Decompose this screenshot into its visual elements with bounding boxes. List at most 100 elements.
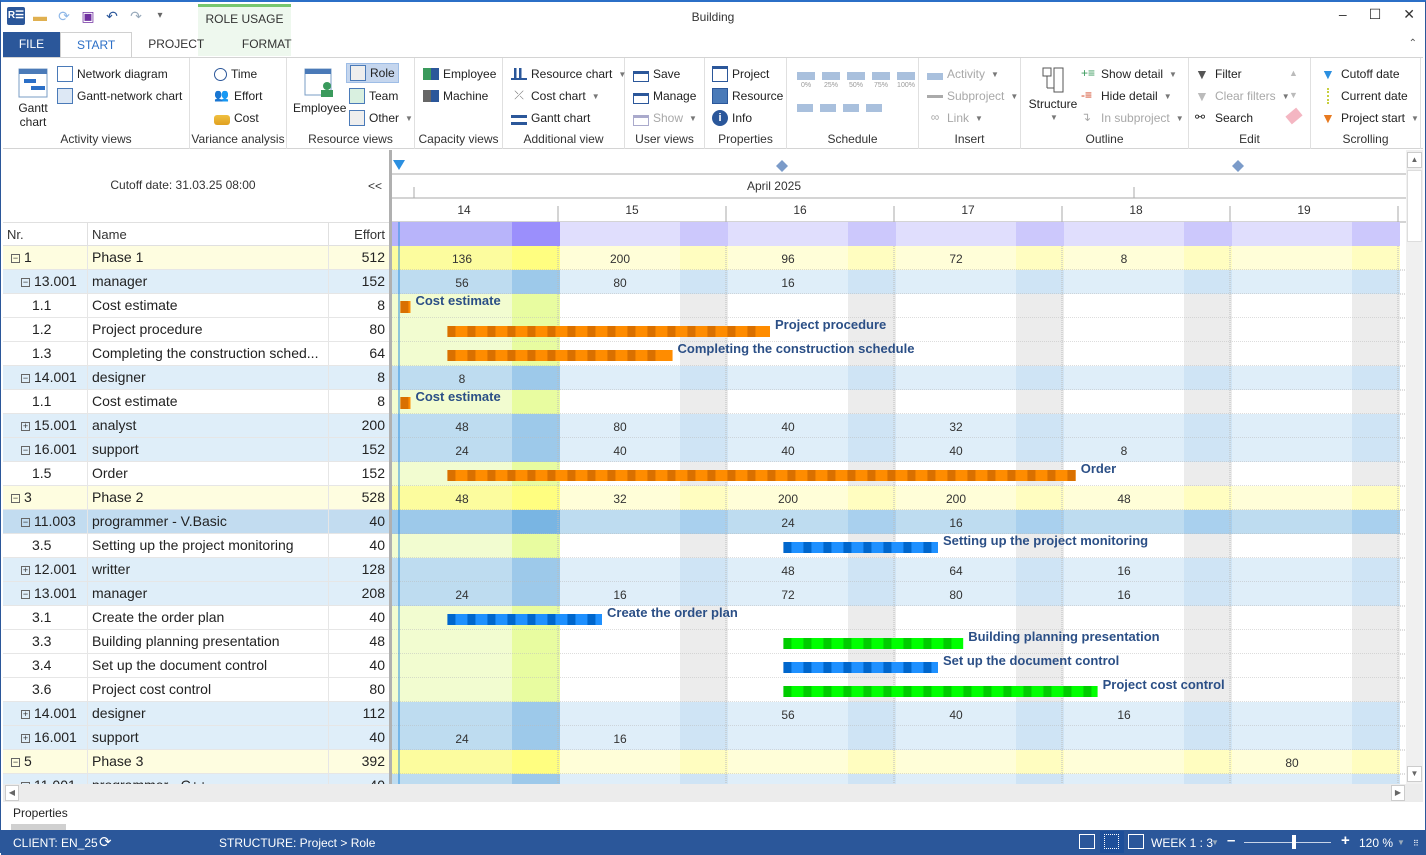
clear-filters-button[interactable]: ▼ Clear filters ▼ bbox=[1195, 86, 1290, 106]
zoom-level[interactable]: 120 % bbox=[1359, 836, 1393, 850]
zoom-in-button[interactable]: + bbox=[1341, 832, 1350, 849]
scroll-down-icon[interactable]: ▼ bbox=[1407, 766, 1422, 782]
expand-icon[interactable]: + bbox=[21, 422, 30, 431]
column-header-name[interactable]: Name bbox=[92, 227, 127, 242]
table-row-activity[interactable]: 3.4 Set up the document control 40 bbox=[3, 654, 389, 678]
tab-start[interactable]: START bbox=[60, 32, 133, 58]
table-row-role[interactable]: −11.003 programmer - V.Basic 40 bbox=[3, 510, 389, 534]
cutoff-date-button[interactable]: ▼ Cutoff date bbox=[1321, 64, 1400, 84]
resize-grip-icon[interactable]: ⠿ bbox=[1413, 839, 1419, 848]
zoom-dropdown-icon[interactable]: ▼ bbox=[1397, 838, 1405, 847]
resource-chart-button[interactable]: Resource chart ▼ bbox=[511, 64, 626, 84]
scroll-left-icon[interactable]: ◀ bbox=[5, 785, 19, 801]
progress-1-button[interactable]: 25% bbox=[822, 72, 840, 89]
employee-view-button[interactable]: Employee bbox=[293, 68, 346, 115]
table-row-role[interactable]: +14.001 designer 112 bbox=[3, 702, 389, 726]
table-row-role[interactable]: +12.001 writter 128 bbox=[3, 558, 389, 582]
gantt-network-chart-button[interactable]: Gantt-network chart bbox=[57, 86, 182, 106]
table-row-activity[interactable]: 3.3 Building planning presentation 48 bbox=[3, 630, 389, 654]
collapse-icon[interactable]: − bbox=[21, 590, 30, 599]
capacity-machine-button[interactable]: Machine bbox=[423, 86, 488, 106]
split-icon[interactable] bbox=[820, 104, 836, 112]
zoom-slider[interactable] bbox=[1244, 842, 1331, 843]
show-view-button[interactable]: Show ▼ bbox=[633, 108, 697, 128]
column-header-effort[interactable]: Effort bbox=[354, 227, 385, 242]
activity-bar[interactable] bbox=[447, 470, 1076, 481]
expand-icon[interactable]: + bbox=[21, 710, 30, 719]
resource-properties-button[interactable]: Resource bbox=[712, 86, 783, 106]
capacity-employee-button[interactable]: Employee bbox=[423, 64, 496, 84]
table-row-activity[interactable]: 1.5 Order 152 bbox=[3, 462, 389, 486]
table-row-activity[interactable]: 3.5 Setting up the project monitoring 40 bbox=[3, 534, 389, 558]
scroll-right-icon[interactable]: ▶ bbox=[1391, 785, 1405, 801]
effort-button[interactable]: 👥 Effort bbox=[214, 86, 262, 106]
project-start-button[interactable]: ▼ Project start ▼ bbox=[1321, 108, 1419, 128]
collapse-table-button[interactable]: << bbox=[368, 179, 382, 193]
show-detail-button[interactable]: +≡ Show detail ▼ bbox=[1081, 64, 1177, 84]
column-header-nr[interactable]: Nr. bbox=[7, 227, 24, 242]
in-subproject-button[interactable]: ↴ In subproject ▼ bbox=[1081, 108, 1184, 128]
current-date-button[interactable]: Current date bbox=[1321, 86, 1408, 106]
resource-chart-view-icon[interactable] bbox=[1128, 834, 1144, 849]
vertical-scrollbar[interactable]: ▲ ▼ bbox=[1406, 150, 1423, 784]
tab-project[interactable]: PROJECT bbox=[132, 32, 220, 57]
other-view-button[interactable]: Other ▼ bbox=[349, 108, 413, 128]
properties-tab[interactable]: Properties bbox=[13, 806, 68, 820]
minimize-button[interactable]: – bbox=[1339, 6, 1347, 23]
table-row-role[interactable]: −16.001 support 152 bbox=[3, 438, 389, 462]
expand-icon[interactable]: + bbox=[21, 734, 30, 743]
table-row-activity[interactable]: 1.3 Completing the construction sched... 6… bbox=[3, 342, 389, 366]
table-row-role[interactable]: +15.001 analyst 200 bbox=[3, 414, 389, 438]
activity-bar[interactable] bbox=[447, 350, 673, 361]
table-row-activity[interactable]: 1.1 Cost estimate 8 bbox=[3, 294, 389, 318]
zoom-out-button[interactable]: – bbox=[1227, 832, 1235, 849]
progress-2-button[interactable]: 50% bbox=[847, 72, 865, 89]
scroll-up-icon[interactable]: ▲ bbox=[1407, 152, 1422, 168]
network-diagram-button[interactable]: Network diagram bbox=[57, 64, 168, 84]
zoom-slider-thumb[interactable] bbox=[1291, 835, 1296, 849]
gantt-view-icon[interactable] bbox=[1079, 834, 1095, 849]
collapse-icon[interactable]: − bbox=[21, 278, 30, 287]
table-row-phase[interactable]: −5 Phase 3 392 bbox=[3, 750, 389, 774]
vertical-scroll-thumb[interactable] bbox=[1407, 170, 1422, 242]
horizontal-scrollbar[interactable]: ◀ ▶ bbox=[3, 784, 1423, 802]
time-scale-label[interactable]: WEEK 1 : 3 bbox=[1151, 836, 1213, 850]
table-row-activity[interactable]: 1.1 Cost estimate 8 bbox=[3, 390, 389, 414]
scale-dropdown-icon[interactable]: ▼ bbox=[1211, 838, 1219, 847]
info-button[interactable]: i Info bbox=[712, 108, 752, 128]
collapse-icon[interactable]: − bbox=[11, 758, 20, 767]
table-row-role[interactable]: +16.001 support 40 bbox=[3, 726, 389, 750]
table-row-role[interactable]: −14.001 designer 8 bbox=[3, 366, 389, 390]
eraser-icon[interactable] bbox=[1285, 107, 1303, 125]
progress-4-button[interactable]: 100% bbox=[897, 72, 915, 89]
insert-activity-button[interactable]: Activity ▼ bbox=[927, 64, 999, 84]
sync-icon[interactable]: ⟳ bbox=[99, 833, 112, 851]
collapse-icon[interactable]: − bbox=[21, 374, 30, 383]
split-options-icon[interactable] bbox=[866, 104, 882, 112]
move-to-cutoff-icon[interactable] bbox=[797, 104, 813, 112]
tab-format[interactable]: FORMAT bbox=[220, 32, 313, 57]
table-row-role[interactable]: −13.001 manager 208 bbox=[3, 582, 389, 606]
time-button[interactable]: Time bbox=[214, 64, 257, 84]
table-row-role[interactable]: −13.001 manager 152 bbox=[3, 270, 389, 294]
progress-0-button[interactable]: 0% bbox=[797, 72, 815, 89]
close-button[interactable]: ✕ bbox=[1403, 6, 1415, 23]
table-row-activity[interactable]: 3.6 Project cost control 80 bbox=[3, 678, 389, 702]
structure-button[interactable]: Structure ▼ bbox=[1027, 66, 1079, 125]
collapse-icon[interactable]: − bbox=[11, 494, 20, 503]
table-row-activity[interactable]: 3.1 Create the order plan 40 bbox=[3, 606, 389, 630]
move-up-icon[interactable]: ▲ bbox=[1289, 68, 1298, 78]
collapse-icon[interactable]: − bbox=[11, 254, 20, 263]
search-button[interactable]: ⚯ Search bbox=[1195, 108, 1253, 128]
collapse-icon[interactable]: − bbox=[21, 446, 30, 455]
split-all-icon[interactable] bbox=[843, 104, 859, 112]
table-row-phase[interactable]: −1 Phase 1 512 bbox=[3, 246, 389, 270]
insert-link-button[interactable]: ∞ Link ▼ bbox=[927, 108, 983, 128]
table-row-phase[interactable]: −3 Phase 2 528 bbox=[3, 486, 389, 510]
role-view-button[interactable]: Role bbox=[346, 63, 399, 83]
role-usage-view-icon[interactable] bbox=[1100, 831, 1124, 853]
project-properties-button[interactable]: Project bbox=[712, 64, 769, 84]
team-view-button[interactable]: Team bbox=[349, 86, 398, 106]
collapse-ribbon-icon[interactable]: ⌃ bbox=[1409, 38, 1417, 49]
insert-subproject-button[interactable]: Subproject ▼ bbox=[927, 86, 1018, 106]
